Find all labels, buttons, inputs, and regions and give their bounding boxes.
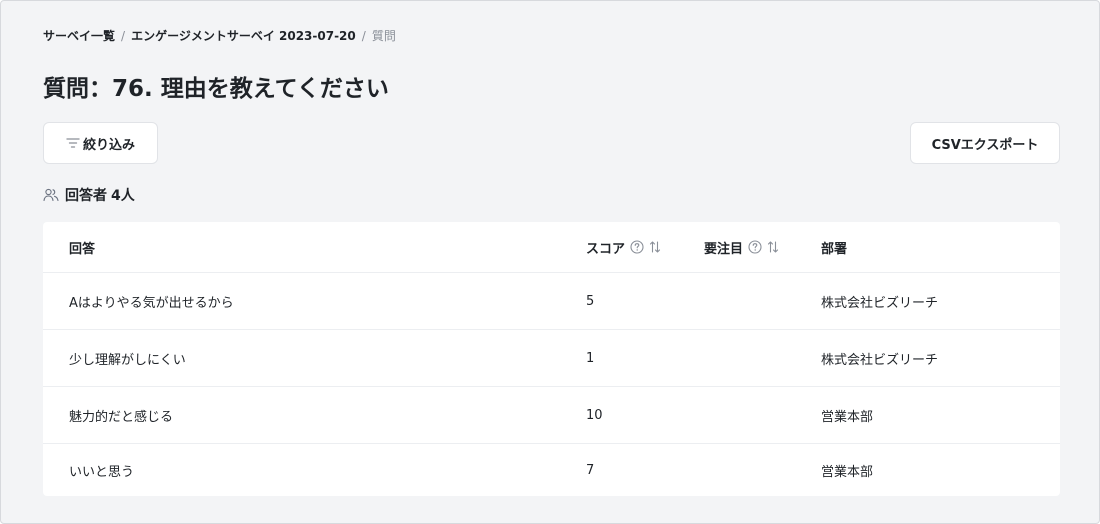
score-cell: 10 [586,407,603,423]
sort-icon[interactable] [767,240,779,254]
table-row: いいと思う 7 営業本部 [43,444,1060,496]
help-icon[interactable] [630,240,644,254]
answer-cell: Aはよりやる気が出せるから [69,295,234,311]
column-header-attention: 要注目 [704,222,779,272]
respondent-count-value: 4人 [111,188,135,204]
answers-table: 回答 スコア 要注目 部署 Aはよりやる気が出せるから 5 株式会社ビズリーチ … [43,222,1060,496]
column-header-score-label: スコア [586,241,626,257]
score-cell: 5 [586,293,595,309]
breadcrumb-separator: / [361,28,366,43]
department-cell: 株式会社ビズリーチ [821,295,939,311]
filter-button-label: 絞り込み [82,137,135,153]
page-frame: サーベイ一覧 / エンゲージメントサーベイ 2023-07-20 / 質問 質問… [0,0,1100,524]
score-cell: 1 [586,350,595,366]
answer-cell: いいと思う [69,464,135,480]
breadcrumb-separator: / [121,28,126,43]
breadcrumb-survey[interactable]: エンゲージメントサーベイ 2023-07-20 [131,27,356,44]
csv-export-button[interactable]: CSVエクスポート [910,122,1060,164]
respondent-count: 回答者 4人 [43,185,135,205]
column-header-score: スコア [586,222,661,272]
help-icon[interactable] [748,240,762,254]
filter-button[interactable]: 絞り込み [43,122,158,164]
table-row: Aはよりやる気が出せるから 5 株式会社ビズリーチ [43,273,1060,330]
table-row: 魅力的だと感じる 10 営業本部 [43,387,1060,444]
department-cell: 営業本部 [821,409,874,425]
score-cell: 7 [586,462,595,478]
answer-cell: 少し理解がしにくい [69,352,186,368]
table-header-row: 回答 スコア 要注目 部署 [43,222,1060,273]
users-icon [43,188,59,202]
csv-export-label: CSVエクスポート [931,137,1039,153]
breadcrumb-current: 質問 [371,29,396,43]
column-header-attention-label: 要注目 [704,241,744,257]
table-row: 少し理解がしにくい 1 株式会社ビズリーチ [43,330,1060,387]
column-header-answer: 回答 [69,241,96,257]
department-cell: 株式会社ビズリーチ [821,352,939,368]
sort-icon[interactable] [649,240,661,254]
answer-cell: 魅力的だと感じる [69,409,174,425]
column-header-department: 部署 [821,241,848,257]
department-cell: 営業本部 [821,464,874,480]
respondent-label: 回答者 [65,188,107,204]
filter-icon [66,137,80,149]
page-title: 質問：76. 理由を教えてください [43,76,389,102]
breadcrumb: サーベイ一覧 / エンゲージメントサーベイ 2023-07-20 / 質問 [43,27,396,44]
breadcrumb-survey-list[interactable]: サーベイ一覧 [43,27,115,44]
